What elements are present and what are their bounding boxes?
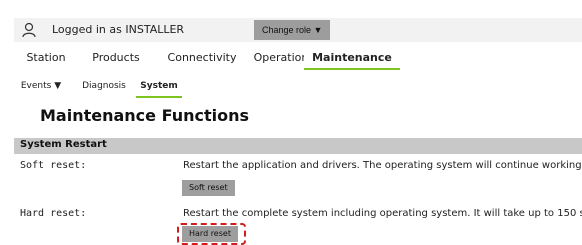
change-role-button[interactable]: Change role ▼ (254, 20, 331, 40)
main-nav: Station Products Connectivity Operation … (14, 46, 582, 70)
user-icon (22, 22, 36, 38)
tab-connectivity[interactable]: Connectivity (156, 46, 248, 70)
section-title: System Restart (20, 139, 107, 150)
section-header: System Restart (14, 138, 582, 154)
hard-reset-label: Hard reset: (20, 208, 87, 219)
top-bar: Logged in as INSTALLER Change role ▼ (14, 18, 582, 42)
sub-nav: Events ▼ Diagnosis System (14, 76, 582, 98)
logged-in-label: Logged in as INSTALLER (52, 23, 185, 36)
tab-diagnosis[interactable]: Diagnosis (76, 76, 132, 96)
tab-system[interactable]: System (136, 76, 182, 98)
tab-station[interactable]: Station (14, 46, 78, 70)
tab-events[interactable]: Events ▼ (14, 76, 68, 96)
soft-reset-label: Soft reset: (20, 160, 87, 171)
soft-reset-description: Restart the application and drivers. The… (183, 160, 582, 171)
soft-reset-button[interactable]: Soft reset (182, 180, 235, 196)
tab-maintenance[interactable]: Maintenance (304, 46, 400, 70)
hard-reset-description: Restart the complete system including op… (183, 208, 582, 219)
page-title: Maintenance Functions (40, 106, 250, 125)
tab-products[interactable]: Products (80, 46, 152, 70)
